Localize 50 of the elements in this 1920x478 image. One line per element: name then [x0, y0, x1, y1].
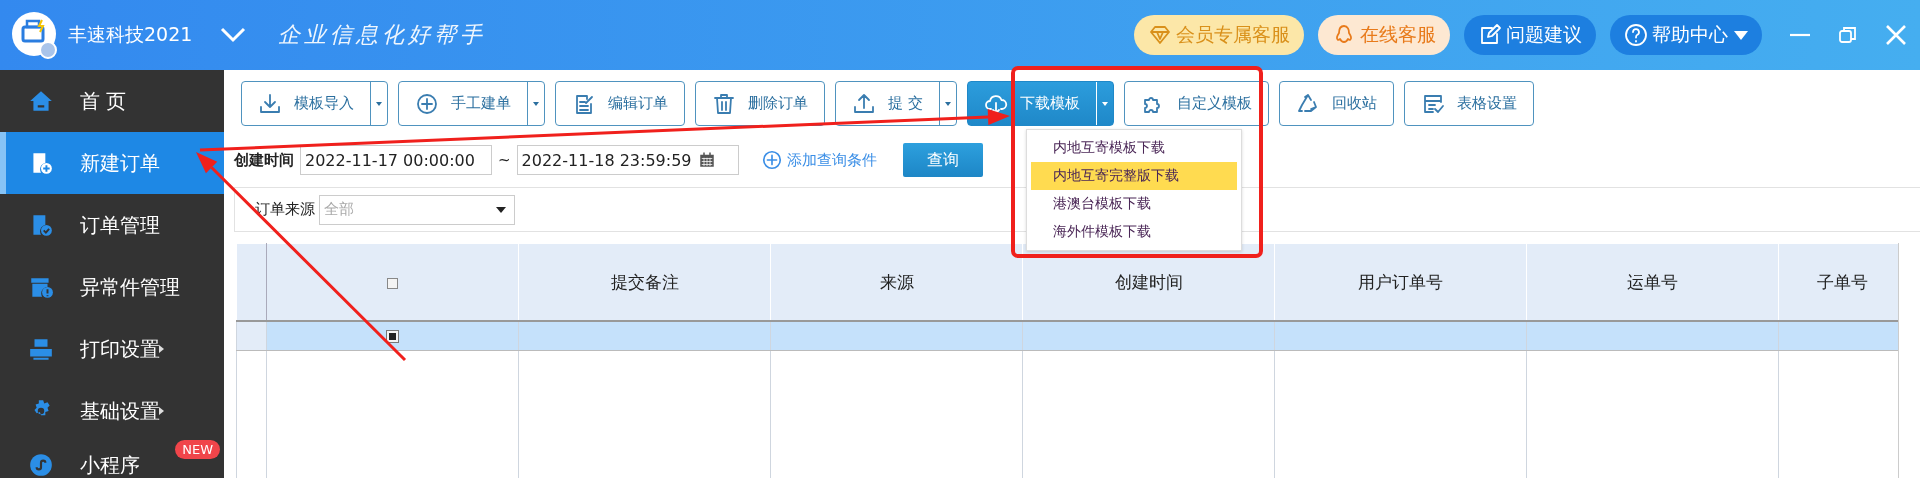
slogan: 企业信息化好帮手	[278, 21, 487, 49]
caret-icon	[1734, 30, 1748, 40]
sidebar-item[interactable]: 新建订单	[0, 132, 224, 194]
company-name: 丰速科技2021	[68, 22, 193, 47]
menu-item[interactable]: 内地互寄完整版下载	[1031, 162, 1237, 190]
submenu-arrow-icon	[159, 345, 164, 353]
edit-icon	[1478, 23, 1502, 47]
column-header: 来源	[770, 243, 1023, 321]
sidebar-item[interactable]: 异常件管理	[0, 256, 224, 318]
query-button[interactable]: 查询	[902, 143, 983, 177]
printer-icon	[28, 336, 54, 362]
header-button[interactable]: 问题建议	[1464, 15, 1596, 55]
toolbar-button[interactable]: 编辑订单	[555, 81, 685, 126]
sidebar-item[interactable]: 订单管理	[0, 194, 224, 256]
help-menu-button[interactable]: 帮助中心	[1610, 15, 1762, 55]
end-date-field[interactable]: 2022-11-18 23:59:59	[516, 145, 739, 175]
new-badge: NEW	[175, 440, 220, 459]
menu-item[interactable]: 海外件模板下载	[1031, 218, 1237, 246]
toolbar-button[interactable]: 删除订单	[695, 81, 825, 126]
menu-item[interactable]: 港澳台模板下载	[1031, 190, 1237, 218]
start-date-field[interactable]: 2022-11-17 00:00:00	[300, 145, 492, 175]
column-header: 提交备注	[518, 243, 771, 321]
checkbox[interactable]	[387, 277, 398, 289]
plus-circle-icon	[760, 149, 783, 171]
menu-item[interactable]: 内地互寄模板下载	[1031, 134, 1237, 162]
toolbar-button[interactable]: 自定义模板	[1123, 81, 1269, 126]
toolbar-button[interactable]: 下载模板	[966, 81, 1114, 126]
toolbar-button[interactable]: 手工建单	[398, 81, 545, 126]
field-label: 创建时间	[234, 150, 294, 170]
range-separator: ~	[498, 151, 511, 169]
plus-circle-icon	[415, 91, 439, 116]
trash-icon	[712, 91, 736, 116]
column-header: 子单号	[1778, 243, 1898, 321]
sidebar-item[interactable]: 基础设置	[0, 380, 224, 442]
column-header: 运单号	[1526, 243, 1779, 321]
column-header: 用户订单号	[1274, 243, 1527, 321]
toolbar-button[interactable]: 模板导入	[241, 81, 388, 126]
toolbar-button[interactable]: 表格设置	[1403, 81, 1534, 126]
submenu-arrow-icon	[159, 407, 164, 415]
sidebar-item[interactable]: 首 页	[0, 70, 224, 132]
sidebar-item[interactable]: 打印设置	[0, 318, 224, 380]
sidebar-item[interactable]: 小程序 NEW	[0, 442, 224, 478]
question-icon	[1624, 23, 1648, 47]
add-condition-link[interactable]: 添加查询条件	[760, 149, 877, 171]
upload-icon	[852, 91, 876, 116]
toolbar-button[interactable]: 回收站	[1278, 81, 1394, 126]
toolbar-button[interactable]: 提 交	[835, 81, 957, 126]
diamond-icon	[1148, 23, 1172, 47]
download-icon	[258, 91, 282, 116]
calendar-icon	[697, 151, 716, 169]
